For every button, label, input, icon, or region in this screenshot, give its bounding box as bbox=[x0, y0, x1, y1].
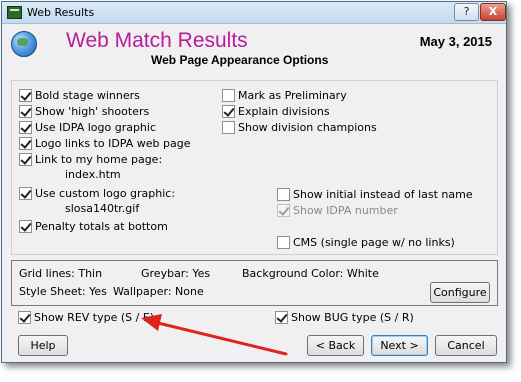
bold-stage-winners-checkbox[interactable]: Bold stage winners bbox=[19, 89, 140, 102]
checkbox-box[interactable] bbox=[19, 105, 32, 118]
wallpaper-info: Wallpaper: None bbox=[113, 285, 204, 298]
next-button[interactable]: Next > bbox=[371, 335, 428, 356]
close-button[interactable]: X bbox=[480, 3, 506, 21]
checkbox-label: CMS (single page w/ no links) bbox=[293, 236, 455, 249]
checkbox-box[interactable] bbox=[19, 89, 32, 102]
show-bug-type-checkbox[interactable]: Show BUG type (S / R) bbox=[275, 311, 414, 324]
mark-preliminary-checkbox[interactable]: Mark as Preliminary bbox=[222, 89, 347, 102]
web-results-window: Web Results ? X Web Match Results May 3,… bbox=[1, 1, 507, 363]
custom-logo-value: slosa140tr.gif bbox=[65, 202, 140, 215]
checkbox-box[interactable] bbox=[222, 89, 235, 102]
window-title: Web Results bbox=[27, 6, 95, 19]
checkbox-box[interactable] bbox=[18, 311, 31, 324]
checkbox-label: Penalty totals at bottom bbox=[35, 220, 168, 233]
checkbox-label: Show IDPA number bbox=[293, 204, 398, 217]
checkbox-box[interactable] bbox=[222, 121, 235, 134]
checkbox-label: Show division champions bbox=[238, 121, 377, 134]
checkbox-label: Show initial instead of last name bbox=[293, 188, 473, 201]
checkbox-box[interactable] bbox=[277, 236, 290, 249]
use-custom-logo-checkbox[interactable]: Use custom logo graphic: slosa140tr.gif bbox=[19, 187, 176, 215]
app-icon bbox=[7, 6, 22, 19]
explain-divisions-checkbox[interactable]: Explain divisions bbox=[222, 105, 330, 118]
show-rev-type-checkbox[interactable]: Show REV type (S / E) bbox=[18, 311, 154, 324]
checkbox-label: Use custom logo graphic: bbox=[35, 187, 176, 200]
show-initial-checkbox[interactable]: Show initial instead of last name bbox=[277, 188, 473, 201]
show-high-shooters-checkbox[interactable]: Show 'high' shooters bbox=[19, 105, 149, 118]
checkbox-label: Link to my home page: bbox=[35, 153, 163, 166]
back-button[interactable]: < Back bbox=[307, 335, 364, 356]
penalty-totals-checkbox[interactable]: Penalty totals at bottom bbox=[19, 220, 168, 233]
match-date: May 3, 2015 bbox=[419, 34, 492, 49]
checkbox-box[interactable] bbox=[19, 121, 32, 134]
link-home-page-checkbox[interactable]: Link to my home page: index.htm bbox=[19, 153, 163, 181]
show-idpa-number-checkbox: Show IDPA number bbox=[277, 204, 398, 217]
page-title: Web Match Results bbox=[66, 29, 248, 52]
show-division-champions-checkbox[interactable]: Show division champions bbox=[222, 121, 377, 134]
checkbox-label: Logo links to IDPA web page bbox=[35, 137, 191, 150]
checkbox-box[interactable] bbox=[19, 137, 32, 150]
checkbox-label: Mark as Preliminary bbox=[238, 89, 347, 102]
home-page-value: index.htm bbox=[65, 168, 121, 181]
checkbox-label: Show 'high' shooters bbox=[35, 105, 150, 118]
checkbox-box[interactable] bbox=[275, 311, 288, 324]
checkbox-label: Show REV type (S / E) bbox=[34, 311, 155, 324]
checkbox-box[interactable] bbox=[222, 105, 235, 118]
greybar-info: Greybar: Yes bbox=[141, 267, 211, 280]
checkbox-label: Use IDPA logo graphic bbox=[35, 121, 157, 134]
checkbox-box[interactable] bbox=[277, 188, 290, 201]
page-subtitle: Web Page Appearance Options bbox=[151, 53, 329, 67]
checkbox-box bbox=[277, 204, 290, 217]
grid-lines-info: Grid lines: Thin bbox=[19, 267, 103, 280]
style-sheet-info: Style Sheet: Yes bbox=[19, 285, 107, 298]
checkbox-box[interactable] bbox=[19, 220, 32, 233]
cms-checkbox[interactable]: CMS (single page w/ no links) bbox=[277, 236, 455, 249]
checkbox-box[interactable] bbox=[19, 153, 32, 166]
settings-summary-panel: Grid lines: Thin Greybar: Yes Background… bbox=[11, 260, 498, 306]
checkbox-label: Explain divisions bbox=[238, 105, 330, 118]
use-idpa-logo-checkbox[interactable]: Use IDPA logo graphic bbox=[19, 121, 156, 134]
options-panel: Bold stage winners Show 'high' shooters … bbox=[11, 80, 498, 255]
configure-button[interactable]: Configure bbox=[430, 282, 490, 303]
header: Web Match Results May 3, 2015 Web Page A… bbox=[2, 25, 506, 70]
checkbox-label: Bold stage winners bbox=[35, 89, 140, 102]
help-button[interactable]: Help bbox=[18, 335, 68, 356]
checkbox-box[interactable] bbox=[19, 187, 32, 200]
cancel-button[interactable]: Cancel bbox=[435, 335, 497, 356]
globe-icon bbox=[11, 31, 37, 57]
title-bar: Web Results ? X bbox=[2, 2, 506, 24]
checkbox-label: Show BUG type (S / R) bbox=[291, 311, 414, 324]
background-color-info: Background Color: White bbox=[242, 267, 379, 280]
help-icon-button[interactable]: ? bbox=[454, 3, 479, 21]
logo-links-idpa-checkbox[interactable]: Logo links to IDPA web page bbox=[19, 137, 190, 150]
